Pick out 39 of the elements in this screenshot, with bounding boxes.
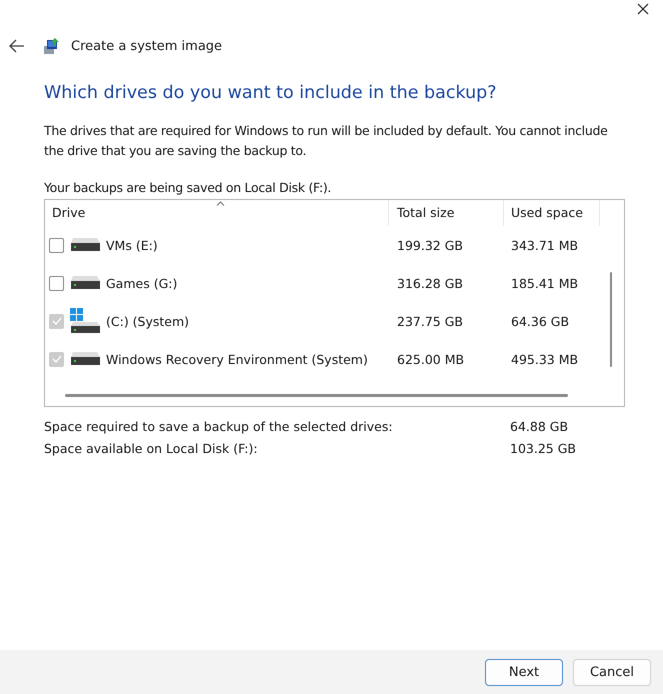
checkbox[interactable] — [49, 238, 64, 252]
used-space-cell-text: 343.71 MB — [510, 238, 580, 252]
used-space-cell-text: 185.41 MB — [510, 276, 580, 290]
page-heading: Which drives do you want to include in the backup? — [44, 83, 498, 103]
drive-icon — [70, 238, 100, 252]
vertical-scrollbar[interactable] — [610, 272, 612, 367]
used-space-cell-text: 64.36 GB — [510, 314, 570, 328]
checkmark-icon — [52, 355, 62, 363]
used-space-cell-text: 495.33 MB — [510, 352, 580, 366]
computer-backup-icon — [43, 37, 61, 55]
sort-caret-icon — [216, 201, 225, 206]
checkmark-icon — [52, 317, 62, 325]
total-size-cell-text: 625.00 MB — [396, 352, 466, 366]
description-text: The drives that are required for Windows to run will be included by default. You cannot include the drive that you are saving the backup to. — [44, 122, 608, 160]
summary-label: Space available on Local Disk (F:): — [44, 440, 259, 456]
back-arrow-icon[interactable] — [9, 39, 25, 53]
total-size-cell-text: 316.28 GB — [396, 276, 464, 290]
drive-icon — [70, 352, 100, 366]
horizontal-scrollbar[interactable] — [65, 394, 568, 397]
summary-value: 103.25 GB — [510, 440, 576, 456]
drive-name: Windows Recovery Environment (System) — [106, 352, 368, 366]
summary-label: Space required to save a backup of the selected drives: — [44, 418, 394, 434]
total-size-cell-text: 199.32 GB — [396, 238, 464, 252]
column-header[interactable]: Used space — [504, 200, 600, 226]
checkbox[interactable] — [49, 276, 64, 290]
column-header[interactable]: Drive — [45, 200, 389, 226]
system-drive-icon — [70, 308, 100, 334]
next-button[interactable]: Next — [485, 658, 563, 686]
cancel-button[interactable]: Cancel — [573, 658, 651, 686]
window-title: Create a system image — [71, 38, 222, 54]
drive-icon — [70, 276, 100, 290]
summary-value: 64.88 GB — [510, 418, 568, 434]
drive-name: (C:) (System) — [106, 314, 190, 328]
save-location-text: Your backups are being saved on Local Disk (F:). — [44, 180, 332, 195]
column-header[interactable]: Total size — [389, 200, 504, 226]
close-icon[interactable] — [637, 3, 649, 15]
total-size-cell-text: 237.75 GB — [396, 314, 464, 328]
drive-name: VMs (E:) — [106, 238, 158, 252]
drive-name: Games (G:) — [106, 276, 178, 290]
